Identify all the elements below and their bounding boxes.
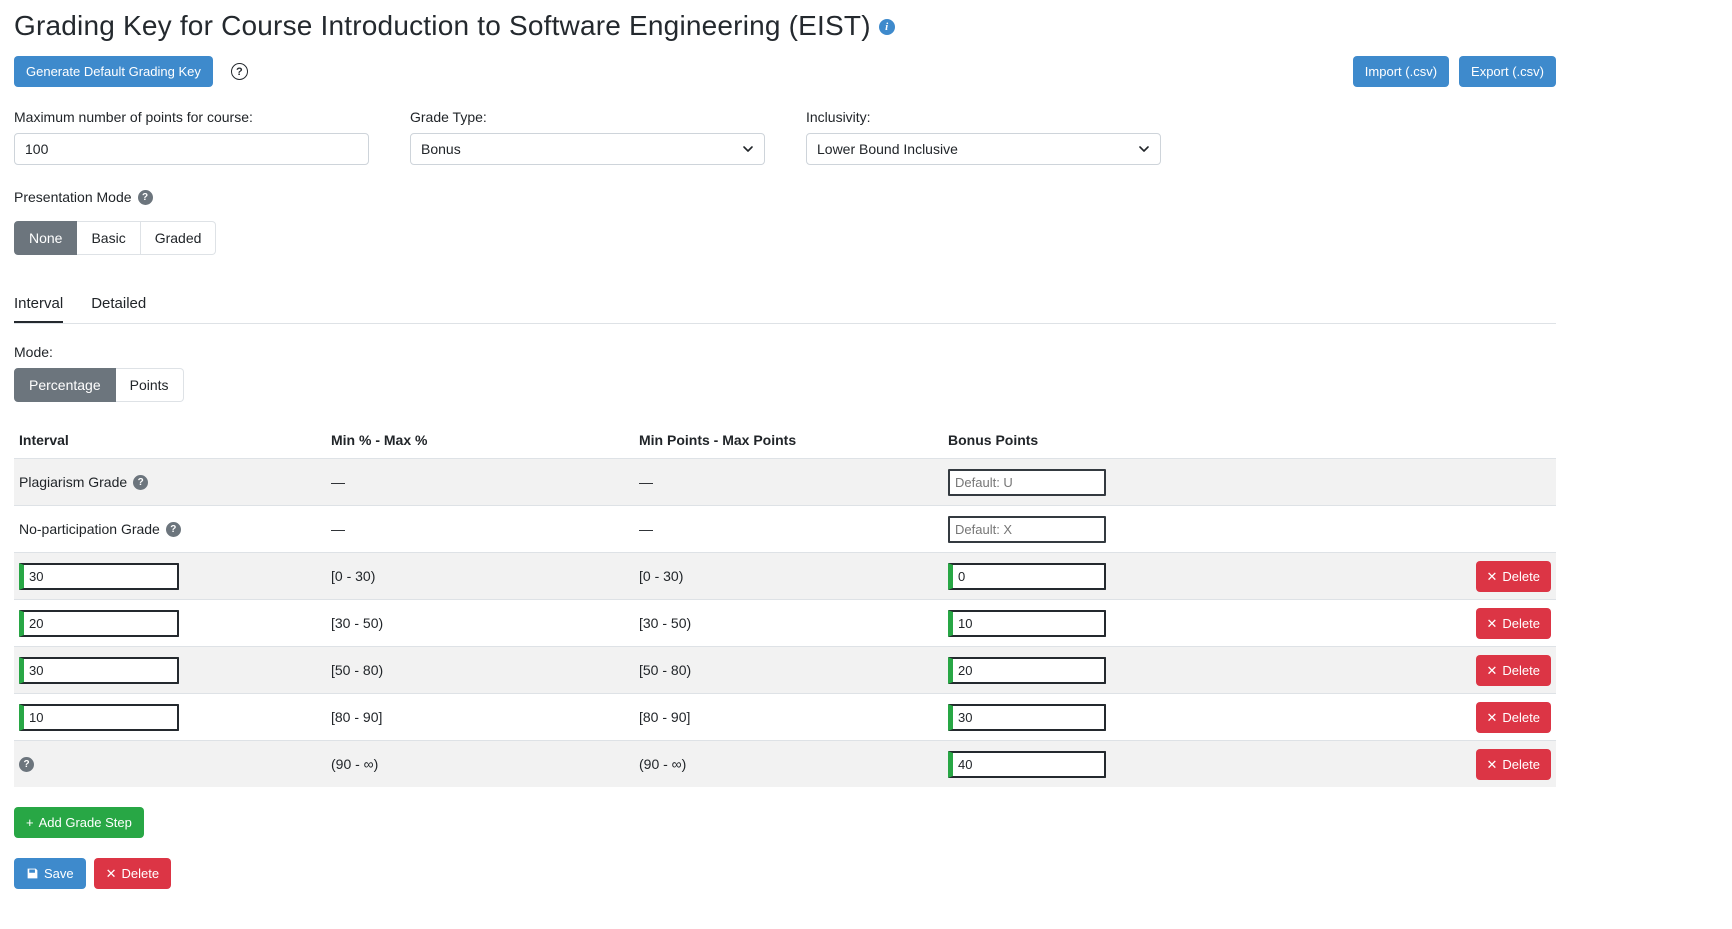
grade-name-input[interactable] [19,657,179,684]
x-icon: ✕ [1487,758,1498,771]
table-row-plagiarism: Plagiarism Grade ? — — [14,458,1556,505]
max-points-input[interactable] [14,133,369,165]
grade-name-input[interactable] [19,704,179,731]
percent-range: [50 - 80) [326,662,634,678]
save-icon [26,867,39,880]
tab-detailed[interactable]: Detailed [91,295,146,323]
delete-row-button[interactable]: ✕Delete [1476,702,1551,733]
question-icon[interactable]: ? [138,190,153,205]
question-icon[interactable]: ? [19,757,34,772]
table-row-grade-step: [0 - 30) [0 - 30) ✕Delete [14,552,1556,599]
inclusivity-label: Inclusivity: [806,109,1161,125]
plagiarism-grade-label: Plagiarism Grade ? [14,474,326,490]
mode-percentage-button[interactable]: Percentage [14,368,116,402]
save-delete-row: Save ✕ Delete [14,858,1556,929]
export-csv-button[interactable]: Export (.csv) [1459,56,1556,87]
grade-type-label: Grade Type: [410,109,765,125]
header-interval: Interval [14,432,326,448]
header-min-max-points: Min Points - Max Points [634,432,943,448]
max-points-label: Maximum number of points for course: [14,109,369,125]
table-header-row: Interval Min % - Max % Min Points - Max … [14,428,1556,458]
question-icon[interactable]: ? [166,522,181,537]
grade-type-select[interactable]: Bonus [410,133,765,165]
presentation-mode-graded-button[interactable]: Graded [141,221,217,255]
points-range: (90 - ∞) [634,756,943,772]
toolbar: Generate Default Grading Key ? Import (.… [14,56,1556,87]
delete-row-button[interactable]: ✕Delete [1476,749,1551,780]
plagiarism-grade-input[interactable] [948,469,1106,496]
presentation-mode-toggle: None Basic Graded [14,221,216,255]
points-range: [50 - 80) [634,662,943,678]
question-icon[interactable]: ? [133,475,148,490]
points-range: [0 - 30) [634,568,943,584]
x-icon: ✕ [1487,570,1498,583]
grade-name-input[interactable] [19,610,179,637]
grading-key-page: Grading Key for Course Introduction to S… [14,0,1556,929]
info-icon[interactable]: i [879,19,895,35]
add-grade-step-button[interactable]: + Add Grade Step [14,807,144,838]
points-range: — [634,521,943,537]
points-range: [30 - 50) [634,615,943,631]
table-row-grade-step: [80 - 90] [80 - 90] ✕Delete [14,693,1556,740]
page-title: Grading Key for Course Introduction to S… [14,10,1556,42]
inclusivity-select[interactable]: Lower Bound Inclusive [806,133,1161,165]
presentation-mode-basic-button[interactable]: Basic [77,221,140,255]
grade-type-group: Grade Type: Bonus [410,109,765,165]
x-icon: ✕ [1487,617,1498,630]
delete-row-button[interactable]: ✕Delete [1476,655,1551,686]
table-row-no-participation: No-participation Grade ? — — [14,505,1556,552]
table-row-grade-step-last: ? (90 - ∞) (90 - ∞) ✕Delete [14,740,1556,787]
help-icon[interactable]: ? [231,63,248,80]
bonus-points-input[interactable] [948,657,1106,684]
table-row-grade-step: [50 - 80) [50 - 80) ✕Delete [14,646,1556,693]
settings-form: Maximum number of points for course: Gra… [14,109,1556,165]
chevron-down-icon [742,143,754,155]
percent-range: [30 - 50) [326,615,634,631]
chevron-down-icon [1138,143,1150,155]
plus-icon: + [26,816,34,829]
tab-interval[interactable]: Interval [14,295,63,323]
bonus-points-input[interactable] [948,610,1106,637]
points-range: [80 - 90] [634,709,943,725]
bonus-points-input[interactable] [948,563,1106,590]
page-title-text: Grading Key for Course Introduction to S… [14,10,871,42]
x-icon: ✕ [1487,711,1498,724]
x-icon: ✕ [1487,664,1498,677]
max-points-group: Maximum number of points for course: [14,109,369,165]
header-min-max-percent: Min % - Max % [326,432,634,448]
mode-toggle: Percentage Points [14,368,184,402]
bonus-points-input[interactable] [948,704,1106,731]
save-button[interactable]: Save [14,858,86,889]
grade-name-input[interactable] [19,563,179,590]
header-bonus-points: Bonus Points [943,432,1470,448]
import-csv-button[interactable]: Import (.csv) [1353,56,1449,87]
percent-range: [0 - 30) [326,568,634,584]
grading-table: Interval Min % - Max % Min Points - Max … [14,428,1556,787]
delete-row-button[interactable]: ✕Delete [1476,561,1551,592]
bonus-points-input[interactable] [948,751,1106,778]
percent-range: — [326,474,634,490]
presentation-mode-none-button[interactable]: None [14,221,77,255]
delete-row-button[interactable]: ✕Delete [1476,608,1551,639]
no-participation-grade-input[interactable] [948,516,1106,543]
generate-default-grading-key-button[interactable]: Generate Default Grading Key [14,56,213,87]
tab-bar: Interval Detailed [14,295,1556,324]
no-participation-grade-label: No-participation Grade ? [14,521,326,537]
presentation-mode-block: Presentation Mode ? None Basic Graded [14,189,1556,255]
points-range: — [634,474,943,490]
percent-range: (90 - ∞) [326,756,634,772]
x-icon: ✕ [106,867,117,880]
mode-label: Mode: [14,344,1556,360]
percent-range: — [326,521,634,537]
table-row-grade-step: [30 - 50) [30 - 50) ✕Delete [14,599,1556,646]
inclusivity-value: Lower Bound Inclusive [817,141,958,157]
grade-type-value: Bonus [421,141,461,157]
delete-button[interactable]: ✕ Delete [94,858,171,889]
inclusivity-group: Inclusivity: Lower Bound Inclusive [806,109,1161,165]
mode-points-button[interactable]: Points [116,368,184,402]
percent-range: [80 - 90] [326,709,634,725]
presentation-mode-label: Presentation Mode ? [14,189,1556,205]
